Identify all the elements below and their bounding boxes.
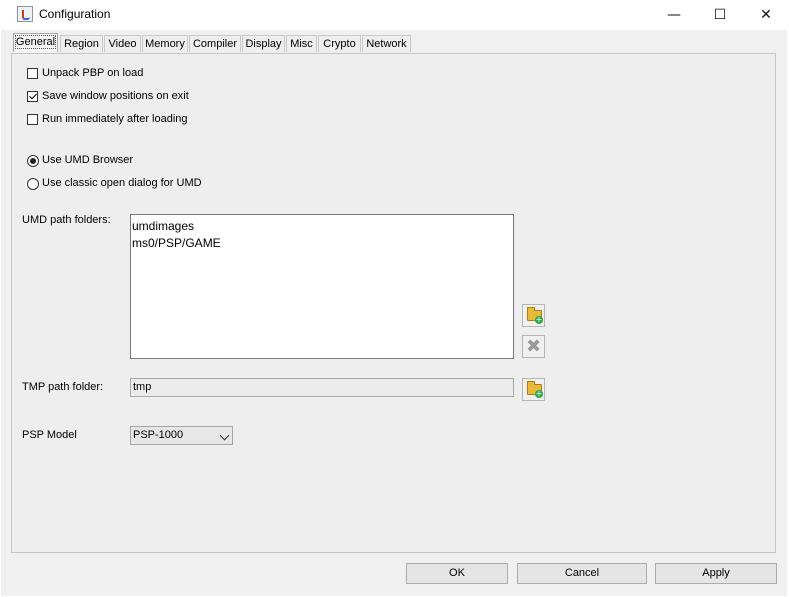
close-button[interactable]: ✕ [743,0,789,30]
cancel-button[interactable]: Cancel [517,563,647,584]
umd-path-item[interactable]: ms0/PSP/GAME [132,235,512,252]
plus-badge-icon: + [535,389,543,398]
use-classic-dialog-radio[interactable] [27,178,39,190]
maximize-button[interactable]: ☐ [697,0,743,30]
tmp-path-folder-label: TMP path folder: [22,381,104,393]
run-immediately-label: Run immediately after loading [42,113,188,125]
tab-general[interactable]: General [13,33,58,52]
browse-tmp-folder-button[interactable]: + [522,378,545,401]
umd-path-list[interactable]: umdimages ms0/PSP/GAME [130,214,514,359]
tab-display[interactable]: Display [242,35,285,52]
tab-region[interactable]: Region [60,35,103,52]
tab-video[interactable]: Video [104,35,141,52]
java-cup-icon [17,6,33,22]
add-umd-folder-button[interactable]: + [522,304,545,327]
apply-button[interactable]: Apply [655,563,777,584]
tab-memory[interactable]: Memory [142,35,188,52]
tab-crypto[interactable]: Crypto [318,35,361,52]
tab-general-label: General [14,35,57,49]
umd-path-item[interactable]: umdimages [132,218,512,235]
unpack-pbp-checkbox[interactable] [27,68,38,79]
use-classic-dialog-label: Use classic open dialog for UMD [42,177,202,189]
use-umd-browser-radio[interactable] [27,155,39,167]
tab-misc[interactable]: Misc [286,35,317,52]
remove-x-icon: ✖ [525,336,542,357]
psp-model-label: PSP Model [22,429,77,441]
save-window-positions-checkbox[interactable] [27,91,38,102]
ok-button[interactable]: OK [406,563,508,584]
umd-path-folders-label: UMD path folders: [22,214,111,226]
chevron-down-icon [219,430,230,441]
save-window-positions-label: Save window positions on exit [42,90,189,102]
unpack-pbp-label: Unpack PBP on load [42,67,144,79]
psp-model-select[interactable]: PSP-1000 [130,426,233,445]
use-umd-browser-label: Use UMD Browser [42,154,134,166]
tmp-path-field[interactable]: tmp [130,378,514,397]
psp-model-value: PSP-1000 [133,429,184,441]
window-title: Configuration [39,7,111,21]
tab-network[interactable]: Network [362,35,411,52]
remove-umd-folder-button[interactable]: ✖ [522,335,545,358]
title-bar: Configuration — ☐ ✕ [0,0,789,30]
minimize-button[interactable]: — [651,0,697,30]
plus-badge-icon: + [535,315,543,324]
run-immediately-checkbox[interactable] [27,114,38,125]
tab-compiler[interactable]: Compiler [189,35,241,52]
